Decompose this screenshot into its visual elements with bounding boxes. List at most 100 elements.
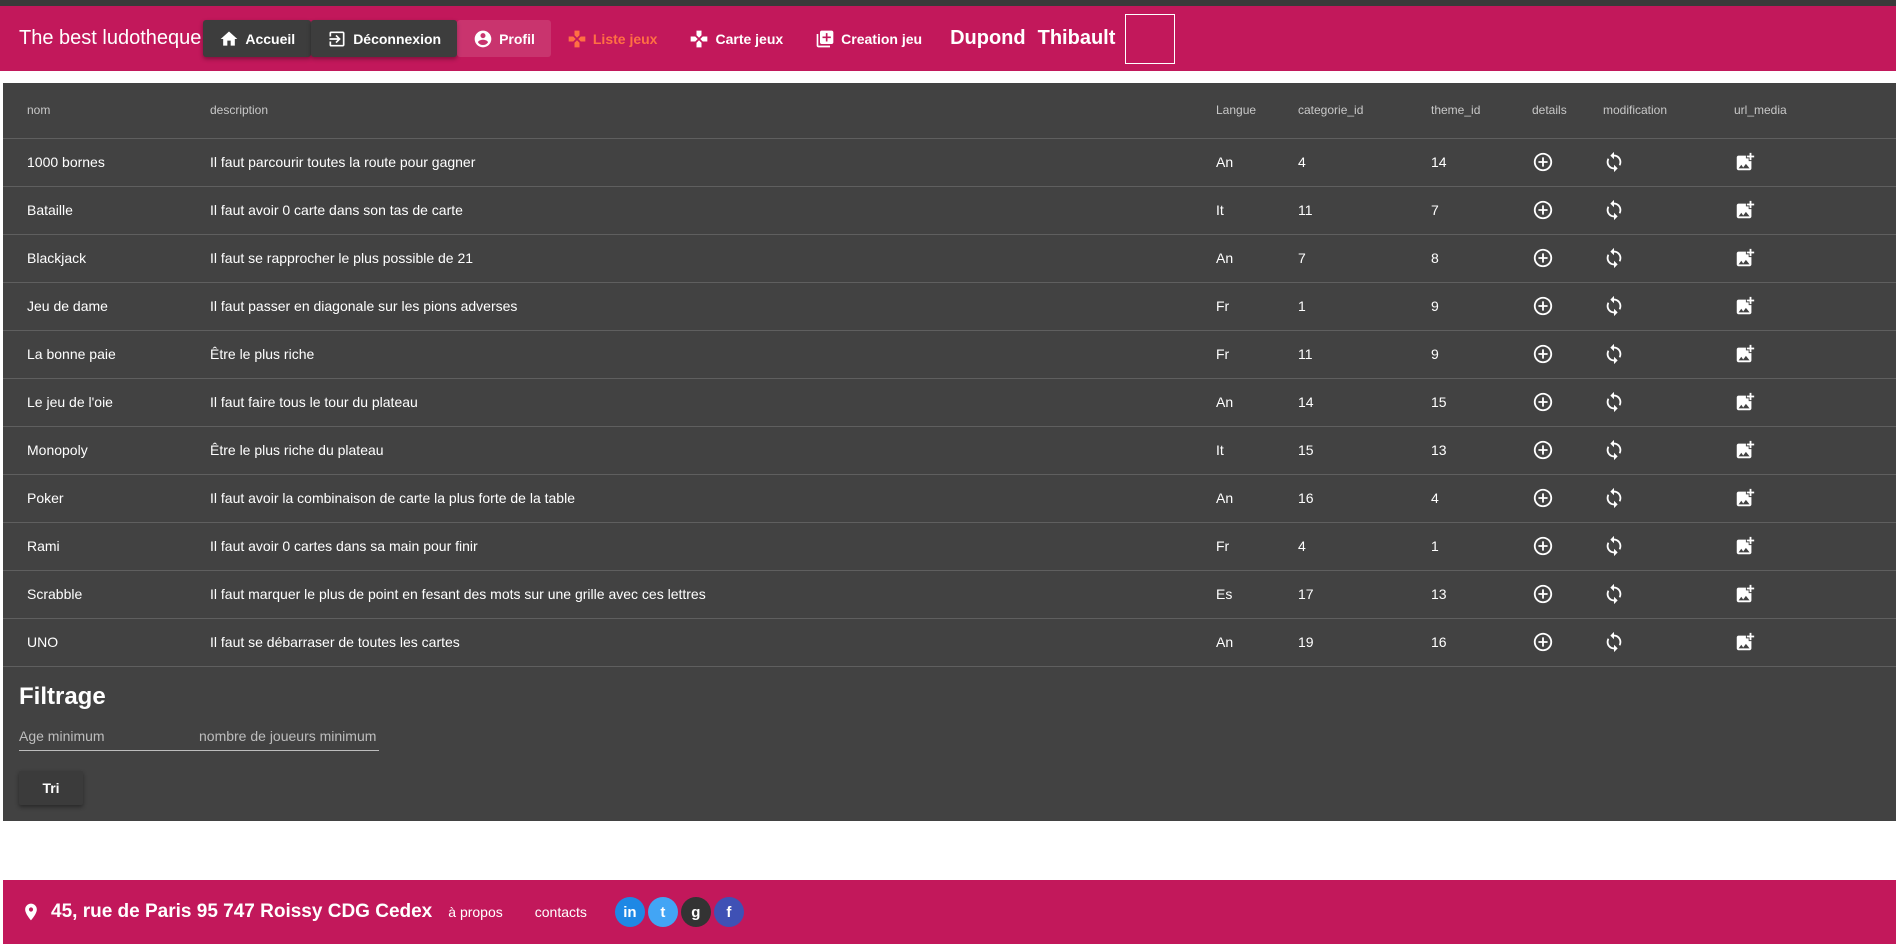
url-media-button[interactable] <box>1734 186 1896 235</box>
nav-deconnexion-button[interactable]: Déconnexion <box>311 20 458 57</box>
add-photo-icon[interactable] <box>1734 199 1756 221</box>
details-icon[interactable] <box>1532 343 1554 365</box>
details-icon[interactable] <box>1532 631 1554 653</box>
contacts-link[interactable]: contacts <box>535 904 587 920</box>
modification-button[interactable] <box>1603 186 1734 235</box>
details-icon[interactable] <box>1532 487 1554 509</box>
col-header-nom[interactable]: nom <box>3 83 210 139</box>
url-media-button[interactable] <box>1734 378 1896 427</box>
cell-theme-id: 4 <box>1431 474 1532 523</box>
col-header-url-media[interactable]: url_media <box>1734 83 1896 139</box>
modification-button[interactable] <box>1603 474 1734 523</box>
refresh-icon[interactable] <box>1603 631 1625 653</box>
url-media-button[interactable] <box>1734 570 1896 619</box>
cell-theme-id: 13 <box>1431 570 1532 619</box>
refresh-icon[interactable] <box>1603 151 1625 173</box>
cell-description: Il faut se débarraser de toutes les cart… <box>210 618 1216 667</box>
refresh-icon[interactable] <box>1603 247 1625 269</box>
details-button[interactable] <box>1532 474 1603 523</box>
refresh-icon[interactable] <box>1603 391 1625 413</box>
nav-liste-jeux-button[interactable]: Liste jeux <box>551 20 674 57</box>
details-button[interactable] <box>1532 378 1603 427</box>
url-media-button[interactable] <box>1734 474 1896 523</box>
details-icon[interactable] <box>1532 199 1554 221</box>
nav-profil-button[interactable]: Profil <box>457 20 551 57</box>
details-button[interactable] <box>1532 234 1603 283</box>
col-header-description[interactable]: description <box>210 83 1216 139</box>
twitter-icon[interactable]: t <box>647 897 678 927</box>
github-icon[interactable]: g <box>680 897 711 927</box>
age-minimum-input[interactable]: Age minimum <box>19 728 199 744</box>
add-photo-icon[interactable] <box>1734 295 1756 317</box>
details-button[interactable] <box>1532 570 1603 619</box>
url-media-button[interactable] <box>1734 138 1896 187</box>
modification-button[interactable] <box>1603 330 1734 379</box>
about-link[interactable]: à propos <box>448 904 502 920</box>
col-header-theme[interactable]: theme_id <box>1431 83 1532 139</box>
refresh-icon[interactable] <box>1603 199 1625 221</box>
details-icon[interactable] <box>1532 295 1554 317</box>
add-photo-icon[interactable] <box>1734 343 1756 365</box>
add-photo-icon[interactable] <box>1734 535 1756 557</box>
url-media-button[interactable] <box>1734 234 1896 283</box>
linkedin-icon[interactable]: in <box>614 897 645 927</box>
footer-address: 45, rue de Paris 95 747 Roissy CDG Cedex <box>21 901 432 923</box>
refresh-icon[interactable] <box>1603 487 1625 509</box>
modification-button[interactable] <box>1603 570 1734 619</box>
url-media-button[interactable] <box>1734 618 1896 667</box>
user-firstname: Thibault <box>1037 27 1116 49</box>
add-photo-icon[interactable] <box>1734 631 1756 653</box>
details-button[interactable] <box>1532 618 1603 667</box>
url-media-button[interactable] <box>1734 282 1896 331</box>
col-header-modification[interactable]: modification <box>1603 83 1734 139</box>
nav-accueil-button[interactable]: Accueil <box>203 20 312 57</box>
url-media-button[interactable] <box>1734 330 1896 379</box>
details-icon[interactable] <box>1532 439 1554 461</box>
cell-nom: Bataille <box>3 186 210 235</box>
refresh-icon[interactable] <box>1603 343 1625 365</box>
cell-categorie-id: 1 <box>1298 282 1431 331</box>
details-button[interactable] <box>1532 282 1603 331</box>
tri-button[interactable]: Tri <box>19 770 83 805</box>
refresh-icon[interactable] <box>1603 295 1625 317</box>
url-media-button[interactable] <box>1734 522 1896 571</box>
modification-button[interactable] <box>1603 234 1734 283</box>
add-photo-icon[interactable] <box>1734 439 1756 461</box>
players-minimum-input[interactable]: nombre de joueurs minimum <box>199 728 379 744</box>
details-button[interactable] <box>1532 138 1603 187</box>
refresh-icon[interactable] <box>1603 535 1625 557</box>
add-photo-icon[interactable] <box>1734 583 1756 605</box>
modification-button[interactable] <box>1603 426 1734 475</box>
cell-nom: 1000 bornes <box>3 138 210 187</box>
add-photo-icon[interactable] <box>1734 487 1756 509</box>
modification-button[interactable] <box>1603 138 1734 187</box>
details-icon[interactable] <box>1532 535 1554 557</box>
details-icon[interactable] <box>1532 391 1554 413</box>
cell-nom: Jeu de dame <box>3 282 210 331</box>
modification-button[interactable] <box>1603 282 1734 331</box>
add-photo-icon[interactable] <box>1734 151 1756 173</box>
refresh-icon[interactable] <box>1603 583 1625 605</box>
details-button[interactable] <box>1532 522 1603 571</box>
home-icon <box>221 31 238 46</box>
modification-button[interactable] <box>1603 522 1734 571</box>
modification-button[interactable] <box>1603 378 1734 427</box>
col-header-categorie[interactable]: categorie_id <box>1298 83 1431 139</box>
url-media-button[interactable] <box>1734 426 1896 475</box>
add-photo-icon[interactable] <box>1734 391 1756 413</box>
col-header-langue[interactable]: Langue <box>1216 83 1298 139</box>
details-icon[interactable] <box>1532 583 1554 605</box>
details-button[interactable] <box>1532 426 1603 475</box>
cell-categorie-id: 17 <box>1298 570 1431 619</box>
col-header-details[interactable]: details <box>1532 83 1603 139</box>
details-button[interactable] <box>1532 330 1603 379</box>
facebook-icon[interactable]: f <box>713 897 744 927</box>
modification-button[interactable] <box>1603 618 1734 667</box>
details-button[interactable] <box>1532 186 1603 235</box>
refresh-icon[interactable] <box>1603 439 1625 461</box>
details-icon[interactable] <box>1532 151 1554 173</box>
nav-creation-jeu-button[interactable]: Creation jeu <box>799 20 938 57</box>
add-photo-icon[interactable] <box>1734 247 1756 269</box>
details-icon[interactable] <box>1532 247 1554 269</box>
nav-carte-jeux-button[interactable]: Carte jeux <box>673 20 799 57</box>
